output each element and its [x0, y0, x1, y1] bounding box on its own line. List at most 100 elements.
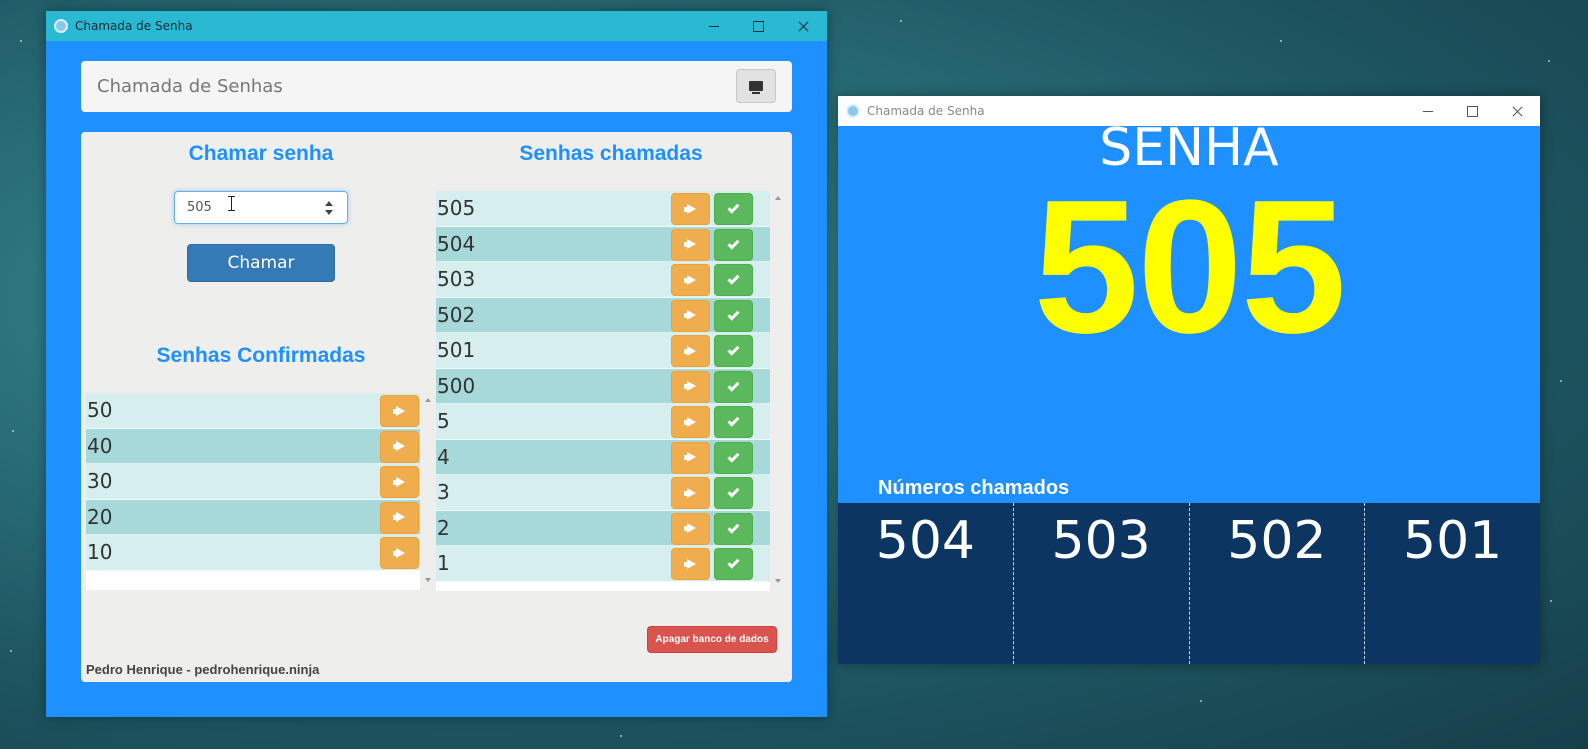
navbar: Chamada de Senhas: [81, 61, 792, 112]
called-row: 5: [436, 404, 770, 440]
confirm-button[interactable]: [714, 441, 753, 474]
ticket-number-input[interactable]: 505: [174, 191, 348, 224]
called-number-cell: 503: [1014, 503, 1190, 664]
spin-down-icon[interactable]: [325, 210, 333, 215]
monitor-icon: [749, 81, 763, 94]
ticket-number: 502: [437, 302, 476, 327]
confirm-button[interactable]: [714, 477, 753, 509]
ticket-number: 5: [437, 409, 450, 434]
check-icon: [727, 343, 740, 356]
call-heading: Chamar senha: [188, 142, 334, 165]
star: [12, 430, 14, 432]
ticket-number: 4: [437, 444, 450, 469]
called-number: 502: [1227, 511, 1327, 571]
confirm-button[interactable]: [714, 512, 753, 545]
footer-credit: Pedro Henrique - pedrohenrique.ninja: [86, 662, 320, 677]
confirm-button[interactable]: [714, 335, 753, 367]
star: [1550, 600, 1552, 602]
confirm-button[interactable]: [714, 370, 753, 403]
confirmed-list[interactable]: 50 40 30 20 10: [86, 393, 420, 590]
bullhorn-icon: [684, 453, 697, 462]
check-icon: [727, 450, 740, 463]
recall-button[interactable]: [671, 477, 710, 509]
ticket-number: 20: [87, 504, 113, 529]
confirm-button[interactable]: [714, 548, 753, 580]
delete-database-button[interactable]: Apagar banco de dados: [647, 626, 777, 653]
bullhorn-icon: [393, 407, 406, 416]
check-icon: [727, 521, 740, 534]
recall-button[interactable]: [671, 335, 710, 367]
text-cursor-icon: [228, 196, 235, 211]
close-button[interactable]: [781, 11, 826, 41]
ticket-number: 501: [437, 338, 476, 363]
recall-button[interactable]: [380, 395, 419, 427]
recall-button[interactable]: [380, 501, 419, 534]
scroll-down-icon[interactable]: [425, 578, 431, 582]
maximize-button[interactable]: [736, 11, 781, 41]
called-number-cell: 502: [1190, 503, 1366, 664]
recall-button[interactable]: [380, 466, 419, 498]
recall-button[interactable]: [671, 548, 710, 580]
main-window-title: Chamada de Senha: [75, 19, 193, 33]
ticket-number: 40: [87, 433, 113, 458]
confirm-button[interactable]: [714, 264, 753, 296]
confirm-button[interactable]: [714, 406, 753, 438]
bullhorn-icon: [684, 347, 697, 356]
called-list[interactable]: 505 504 503 502 501 500 5 4 3 2 1: [436, 191, 770, 591]
spin-up-icon[interactable]: [325, 201, 333, 206]
called-row: 505: [436, 191, 770, 227]
check-icon: [727, 485, 740, 498]
recall-button[interactable]: [671, 406, 710, 438]
star: [900, 20, 902, 22]
recall-button[interactable]: [671, 512, 710, 545]
called-number: 503: [1051, 511, 1151, 571]
check-icon: [727, 379, 740, 392]
called-row: 504: [436, 226, 770, 262]
scroll-up-icon[interactable]: [775, 196, 781, 200]
confirmed-row: 40: [86, 428, 420, 464]
navbar-title: Chamada de Senhas: [97, 76, 283, 97]
recall-button[interactable]: [671, 441, 710, 474]
scroll-up-icon[interactable]: [425, 398, 431, 402]
open-display-button[interactable]: [736, 69, 776, 103]
ticket-number: 504: [437, 231, 476, 256]
called-row: 501: [436, 333, 770, 369]
ticket-number: 2: [437, 515, 450, 540]
confirm-button[interactable]: [714, 228, 753, 261]
bullhorn-icon: [393, 478, 406, 487]
check-icon: [727, 272, 740, 285]
recall-button[interactable]: [671, 299, 710, 332]
check-icon: [727, 556, 740, 569]
minimize-button[interactable]: [691, 11, 736, 41]
called-number: 504: [875, 511, 975, 571]
recall-button[interactable]: [380, 430, 419, 463]
recall-button[interactable]: [671, 370, 710, 403]
recall-button[interactable]: [380, 537, 419, 569]
recall-button[interactable]: [671, 193, 710, 225]
main-window-titlebar[interactable]: Chamada de Senha: [46, 11, 827, 41]
recall-button[interactable]: [671, 264, 710, 296]
star: [1280, 40, 1282, 42]
bullhorn-icon: [684, 524, 697, 533]
called-row: 3: [436, 475, 770, 511]
bullhorn-icon: [684, 311, 697, 320]
check-icon: [727, 308, 740, 321]
scroll-down-icon[interactable]: [775, 579, 781, 583]
call-button[interactable]: Chamar: [187, 244, 335, 282]
confirm-button[interactable]: [714, 193, 753, 225]
called-number-cell: 501: [1365, 503, 1540, 664]
called-row: 502: [436, 297, 770, 333]
check-icon: [727, 414, 740, 427]
current-ticket-number: 505: [1033, 161, 1346, 373]
bullhorn-icon: [393, 549, 406, 558]
ticket-number: 30: [87, 469, 113, 494]
called-row: 503: [436, 262, 770, 298]
confirm-button[interactable]: [714, 299, 753, 332]
main-panel: Chamar senha 505 Chamar Senhas Confirmad…: [81, 132, 792, 682]
star: [620, 735, 622, 737]
ticket-number: 1: [437, 551, 450, 576]
bullhorn-icon: [684, 382, 697, 391]
ticket-number-value: 505: [187, 200, 212, 215]
recall-button[interactable]: [671, 228, 710, 261]
ticket-number: 503: [437, 267, 476, 292]
